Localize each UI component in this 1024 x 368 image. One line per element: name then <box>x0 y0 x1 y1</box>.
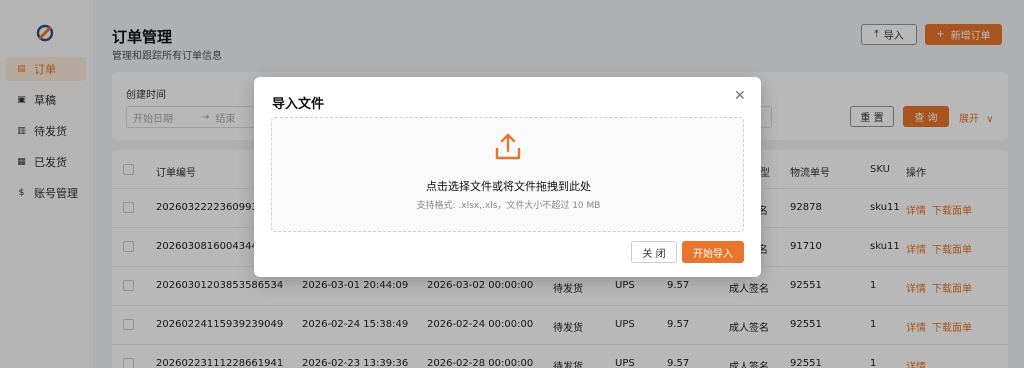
dialog-title: 导入文件 <box>272 97 325 112</box>
start-import-button[interactable]: 开始导入 <box>682 241 744 263</box>
import-file-dialog: 导入文件 ✕ 点击选择文件或将文件拖拽到此处 支持格式: .xlsx,.xls，… <box>254 77 761 277</box>
upload-icon <box>495 133 521 160</box>
file-dropzone[interactable]: 点击选择文件或将文件拖拽到此处 支持格式: .xlsx,.xls，文件大小不超过… <box>271 117 744 232</box>
close-icon[interactable]: ✕ <box>734 88 746 104</box>
dropzone-instruction: 点击选择文件或将文件拖拽到此处 <box>426 180 591 193</box>
dropzone-hint: 支持格式: .xlsx,.xls，文件大小不超过 10 MB <box>416 201 601 211</box>
close-button[interactable]: 关 闭 <box>631 241 677 263</box>
